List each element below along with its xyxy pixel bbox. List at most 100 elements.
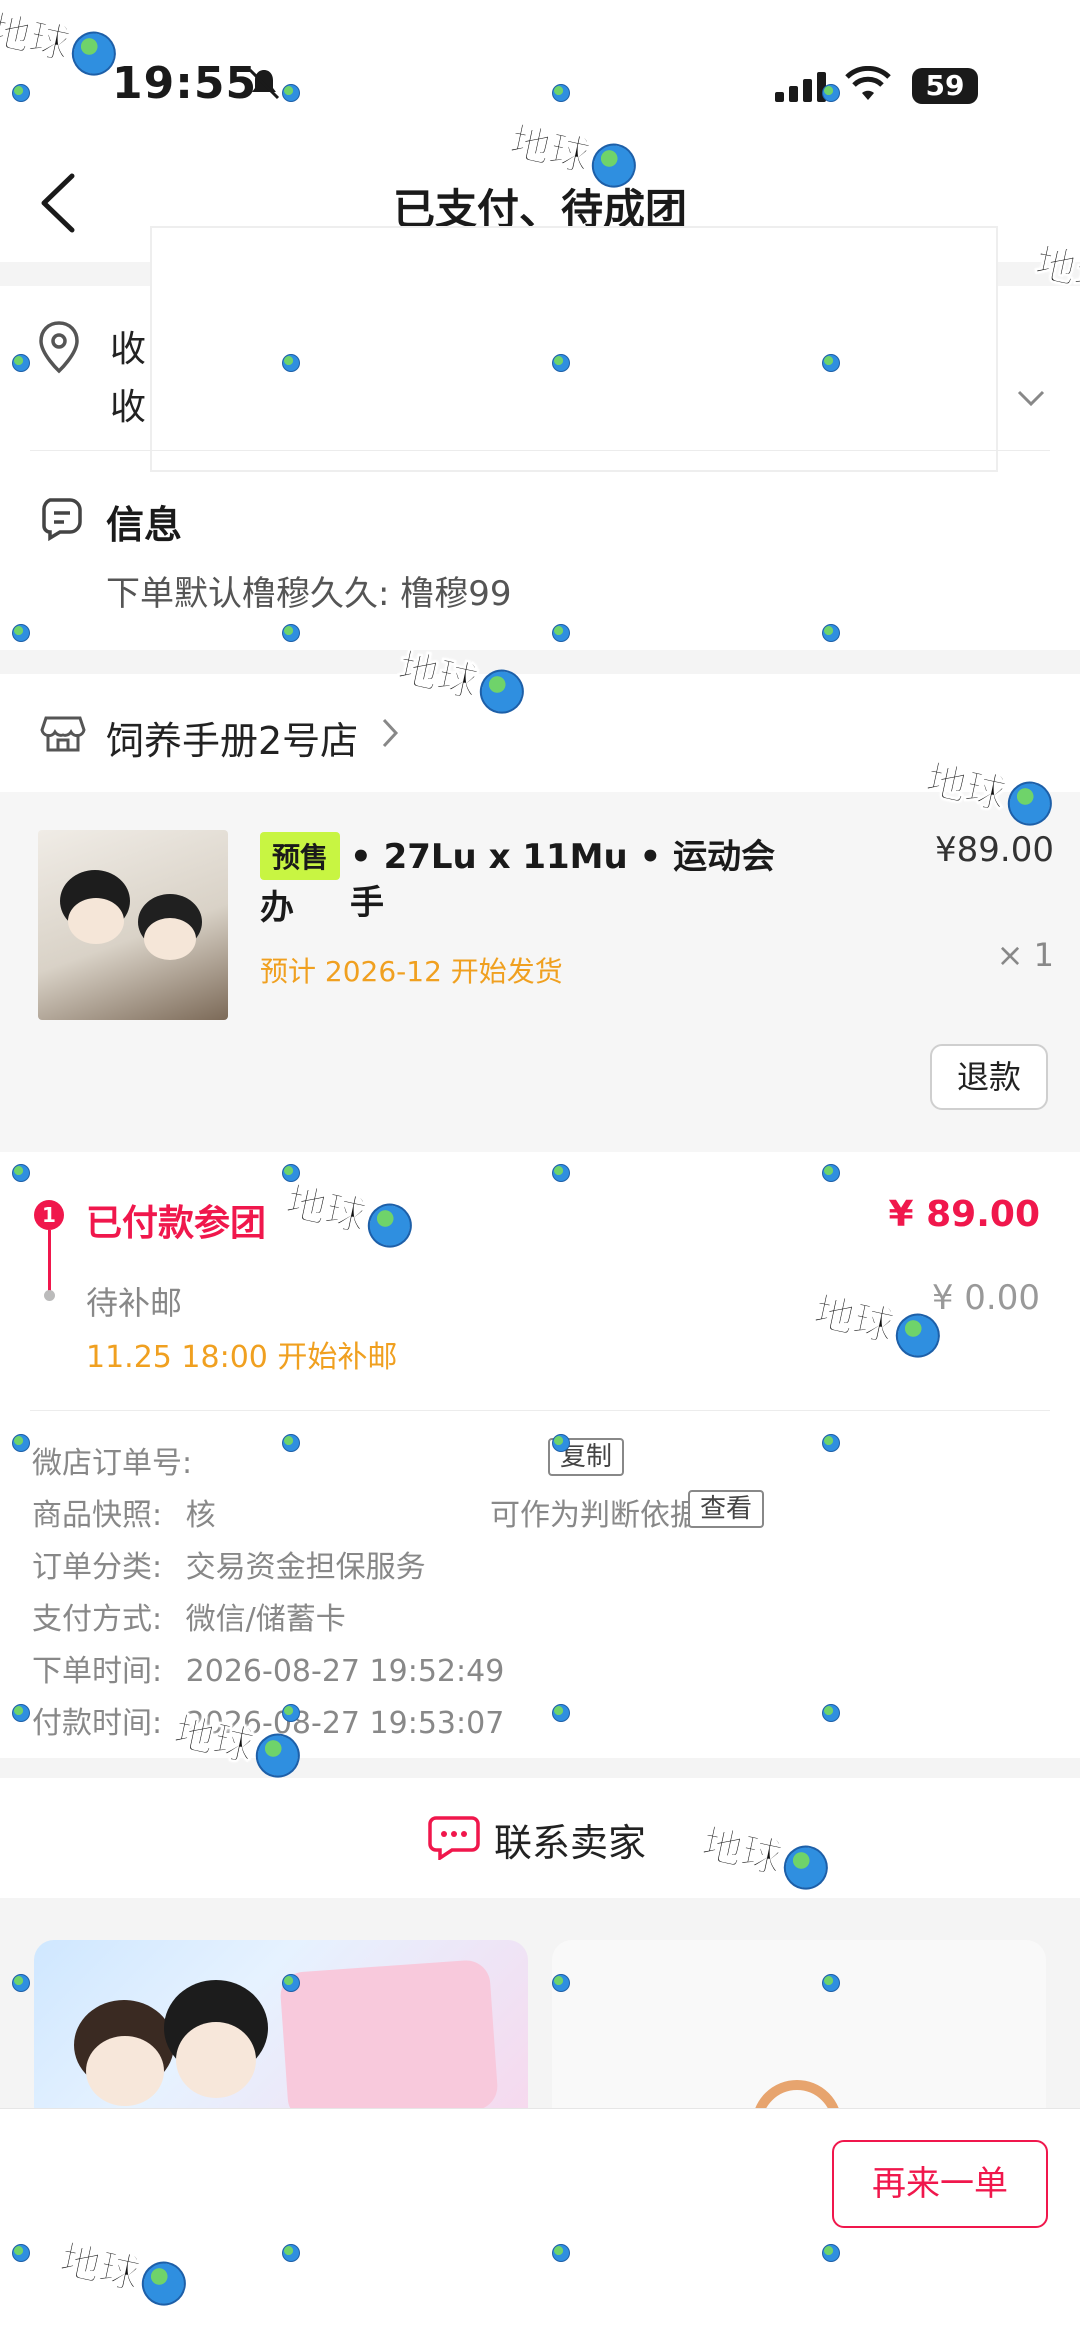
snapshot-label: 商品快照: bbox=[32, 1498, 163, 1533]
pending-postage-amount: ¥ 0.00 bbox=[931, 1278, 1040, 1318]
product-quantity: × 1 bbox=[996, 936, 1054, 974]
snapshot-text-start: 核 bbox=[185, 1498, 216, 1533]
globe-dot-icon bbox=[282, 2244, 300, 2262]
globe-dot-icon bbox=[552, 1974, 570, 1992]
section-divider bbox=[0, 650, 1080, 674]
snapshot-text-end: 可作为判断依据 bbox=[490, 1498, 700, 1533]
globe-dot-icon bbox=[12, 1974, 30, 1992]
globe-dot-icon bbox=[552, 1704, 570, 1722]
globe-dot-icon bbox=[12, 1434, 30, 1452]
product-image[interactable] bbox=[38, 830, 228, 1020]
divider bbox=[30, 450, 1050, 451]
watermark: 地球 bbox=[809, 1279, 946, 1362]
globe-dot-icon bbox=[822, 1164, 840, 1182]
order-number-label: 微店订单号: bbox=[32, 1446, 193, 1481]
globe-dot-icon bbox=[822, 624, 840, 642]
status-time: 19:55 bbox=[112, 58, 258, 109]
globe-dot-icon bbox=[282, 84, 300, 102]
category-label: 订单分类: bbox=[32, 1550, 163, 1585]
cellular-signal-icon bbox=[775, 72, 826, 102]
refund-button[interactable]: 退款 bbox=[930, 1044, 1048, 1110]
globe-dot-icon bbox=[822, 84, 840, 102]
section-divider bbox=[0, 1758, 1080, 1778]
category-row: 订单分类: 交易资金担保服务 bbox=[32, 1542, 426, 1586]
reorder-button[interactable]: 再来一单 bbox=[832, 2140, 1048, 2228]
shop-icon bbox=[40, 716, 86, 752]
watermark-text: 地球 bbox=[505, 119, 594, 182]
watermark: 地球 bbox=[281, 1169, 418, 1252]
step-connector bbox=[48, 1230, 51, 1294]
globe-icon bbox=[779, 1841, 832, 1894]
divider bbox=[30, 1410, 1050, 1411]
globe-dot-icon bbox=[552, 1164, 570, 1182]
globe-dot-icon bbox=[282, 354, 300, 372]
contact-seller-button[interactable]: 联系卖家 bbox=[494, 1812, 646, 1867]
globe-dot-icon bbox=[12, 1164, 30, 1182]
chevron-right-icon[interactable] bbox=[380, 716, 400, 750]
globe-dot-icon bbox=[822, 1704, 840, 1722]
watermark-text: 地球 bbox=[281, 1179, 370, 1242]
globe-dot-icon bbox=[12, 354, 30, 372]
globe-icon bbox=[587, 139, 640, 192]
globe-icon bbox=[137, 2257, 190, 2310]
info-title: 信息 bbox=[106, 503, 183, 547]
globe-dot-icon bbox=[822, 1974, 840, 1992]
order-time-value: 2026-08-27 19:52:49 bbox=[185, 1654, 505, 1689]
product-title-wrap[interactable]: 办 bbox=[260, 880, 294, 929]
step-end-dot bbox=[44, 1290, 55, 1301]
address-line-1: 收 bbox=[110, 329, 147, 370]
chat-icon[interactable] bbox=[428, 1814, 480, 1860]
globe-dot-icon bbox=[822, 1434, 840, 1452]
payment-method-label: 支付方式: bbox=[32, 1602, 163, 1637]
globe-dot-icon bbox=[282, 1434, 300, 1452]
product-price: ¥89.00 bbox=[935, 830, 1054, 870]
globe-icon bbox=[475, 665, 528, 718]
globe-dot-icon bbox=[282, 1974, 300, 1992]
payment-method-value: 微信/储蓄卡 bbox=[185, 1602, 346, 1637]
pay-time-label: 付款时间: bbox=[32, 1706, 163, 1741]
pending-postage-label: 待补邮 bbox=[86, 1284, 183, 1322]
location-pin-icon bbox=[39, 321, 79, 374]
paid-group-label: 已付款参团 bbox=[86, 1203, 267, 1244]
shipping-estimate: 预计 2026-12 开始发货 bbox=[260, 955, 563, 988]
battery-indicator: 59 bbox=[912, 68, 978, 104]
recommendation-card[interactable] bbox=[34, 1940, 528, 2110]
globe-dot-icon bbox=[552, 84, 570, 102]
address-redaction bbox=[150, 226, 998, 472]
globe-icon bbox=[891, 1309, 944, 1362]
info-text: 下单默认橹穆久久: 橹穆99 bbox=[106, 574, 512, 614]
globe-dot-icon bbox=[552, 624, 570, 642]
shop-name-link[interactable]: 饲养手册2号店 bbox=[106, 710, 358, 765]
order-time-row: 下单时间: 2026-08-27 19:52:49 bbox=[32, 1646, 504, 1690]
globe-dot-icon bbox=[12, 1704, 30, 1722]
globe-dot-icon bbox=[552, 1434, 570, 1452]
order-number-redaction bbox=[210, 1420, 550, 1478]
message-info-icon bbox=[42, 498, 82, 542]
order-time-label: 下单时间: bbox=[32, 1654, 163, 1689]
globe-dot-icon bbox=[822, 354, 840, 372]
watermark: 地球 bbox=[0, 0, 123, 81]
address-line-2: 收 bbox=[110, 387, 147, 428]
view-snapshot-button[interactable]: 查看 bbox=[688, 1490, 765, 1528]
product-title[interactable]: • 27Lu x 11Mu • 运动会手 bbox=[350, 834, 790, 926]
wifi-icon bbox=[845, 66, 891, 100]
presale-badge: 预售 bbox=[260, 832, 341, 880]
globe-dot-icon bbox=[552, 2244, 570, 2262]
globe-icon bbox=[251, 1729, 304, 1782]
globe-dot-icon bbox=[12, 2244, 30, 2262]
globe-dot-icon bbox=[822, 2244, 840, 2262]
globe-icon bbox=[363, 1199, 416, 1252]
globe-dot-icon bbox=[12, 624, 30, 642]
chevron-down-icon[interactable] bbox=[1016, 388, 1046, 408]
watermark-text: 地球 bbox=[809, 1289, 898, 1352]
watermark: 地球 bbox=[1031, 230, 1080, 303]
globe-dot-icon bbox=[282, 1704, 300, 1722]
category-value: 交易资金担保服务 bbox=[185, 1550, 426, 1585]
step-number-badge: 1 bbox=[34, 1200, 64, 1230]
postage-start-note: 11.25 18:00 开始补邮 bbox=[86, 1340, 398, 1375]
globe-dot-icon bbox=[282, 624, 300, 642]
recommendation-card[interactable] bbox=[552, 1940, 1046, 2110]
paid-amount: ¥ 89.00 bbox=[888, 1194, 1040, 1235]
watermark-text: 地球 bbox=[697, 1821, 786, 1884]
payment-method-row: 支付方式: 微信/储蓄卡 bbox=[32, 1594, 346, 1638]
